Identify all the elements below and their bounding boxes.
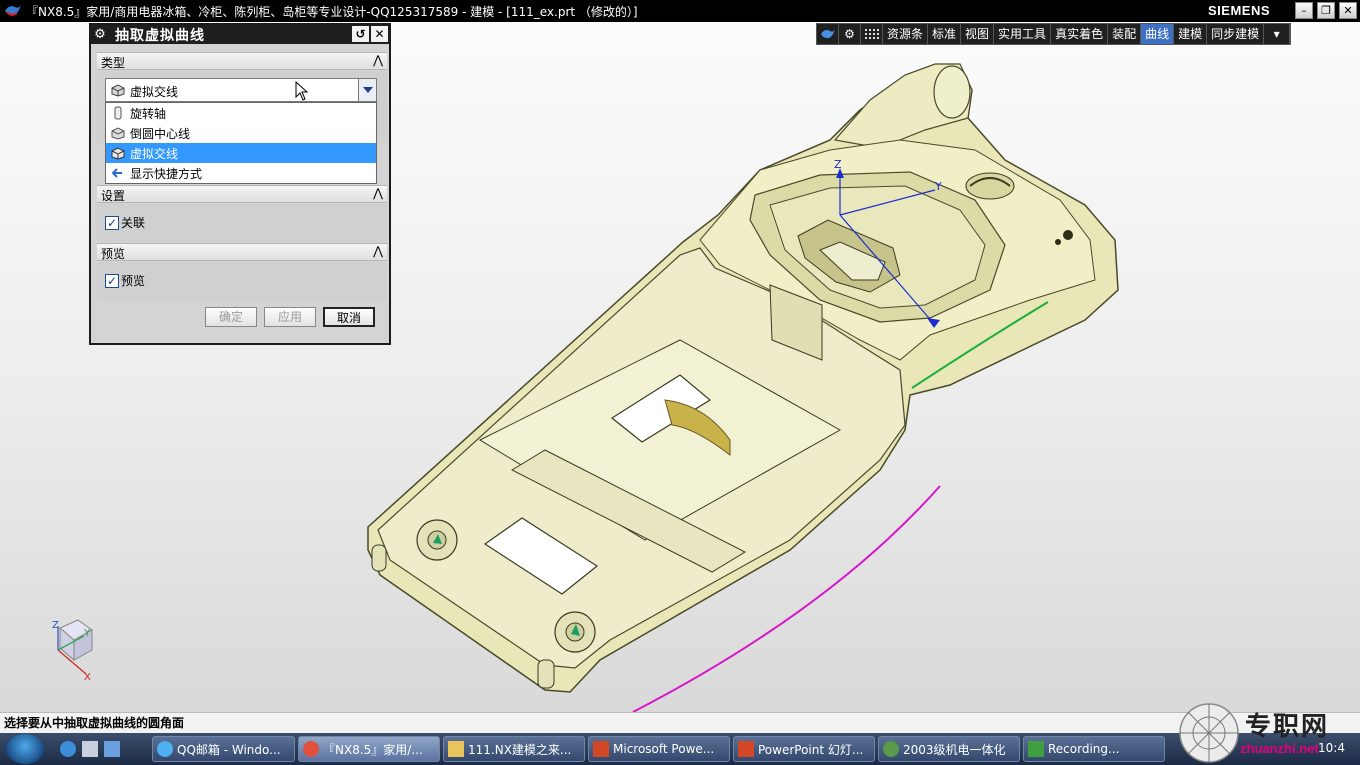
switch-window-icon[interactable] [104,741,120,757]
section-settings-label: 设置 [101,189,126,203]
collapse-icon[interactable]: ⋀ [373,244,383,258]
tab-modeling[interactable]: 建模 [1174,24,1208,44]
collapse-icon[interactable]: ⋀ [373,186,383,200]
tab-curve[interactable]: 曲线 [1141,24,1175,44]
start-button[interactable] [6,734,44,764]
tab-true-shading[interactable]: 真实着色 [1051,24,1109,44]
folder-icon [448,741,464,757]
apply-button[interactable]: 应用 [264,307,316,327]
blend-center-icon [111,127,125,140]
type-dropdown-list: 旋转轴 倒圆中心线 虚拟交线 显示快捷方式 [105,102,377,184]
dialog-gear-icon[interactable]: ⚙ [91,27,109,42]
nx-logo-icon [5,5,21,16]
tab-synchronous-modeling[interactable]: 同步建模 [1207,24,1265,44]
associative-checkbox[interactable] [105,215,119,230]
reset-button[interactable]: ↺ [352,26,369,42]
restore-button[interactable]: ❐ [1317,2,1335,19]
slideshow-icon [738,741,754,757]
tab-standard[interactable]: 标准 [928,24,962,44]
task-recording[interactable]: Recording... [1023,736,1165,762]
nx-logo-icon [303,741,319,757]
grid-icon[interactable] [861,24,883,44]
task-powerpoint[interactable]: Microsoft Powe... [588,736,730,762]
gear-icon[interactable]: ⚙ [839,24,861,44]
section-type-label: 类型 [101,56,126,70]
dropdown-item-show-shortcuts[interactable]: 显示快捷方式 [106,163,376,183]
tab-view[interactable]: 视图 [961,24,995,44]
tab-utilities[interactable]: 实用工具 [994,24,1052,44]
dropdown-item-virtual-intersection[interactable]: 虚拟交线 [106,143,376,163]
view-triad: Z Y X [52,619,93,683]
recording-icon [1028,741,1044,757]
preview-label: 预览 [121,274,146,288]
dialog-header: ⚙ 抽取虚拟曲线 ↺ ✕ [91,25,389,44]
ribbon-toolbar: ⚙ 资源条 标准 视图 实用工具 真实着色 装配 曲线 建模 同步建模 ▾ [816,23,1292,45]
triad-axis-y: Y [83,628,91,639]
task-powerpoint-slideshow[interactable]: PowerPoint 幻灯... [733,736,875,762]
task-class-group[interactable]: 2003级机电一体化 [878,736,1020,762]
shortcut-arrow-icon [111,168,122,178]
cancel-button[interactable]: 取消 [323,307,375,327]
dialog-title: 抽取虚拟曲线 [115,27,205,44]
minimize-button[interactable]: – [1295,2,1313,19]
close-window-button[interactable]: ✕ [1339,2,1357,19]
triad-axis-x: X [84,672,91,683]
desktop-icon[interactable] [82,741,98,757]
tab-assembly[interactable]: 装配 [1108,24,1142,44]
watermark-url: zhuanzhi.net [1240,741,1319,756]
people-icon [883,741,899,757]
type-combo-value: 虚拟交线 [130,85,179,99]
model-axis-y: Y [934,180,942,193]
associative-label: 关联 [121,216,146,230]
window-title: 『NX8.5』家用/商用电器冰箱、冷柜、陈列柜、岛柜等专业设计-QQ125317… [26,4,638,19]
rotate-axis-icon [114,106,122,120]
tab-resource-bar[interactable]: 资源条 [883,24,929,44]
type-combo[interactable]: 虚拟交线 [105,78,377,102]
section-type-header[interactable]: 类型 ⋀ [97,52,387,70]
dropdown-item-rotate-axis[interactable]: 旋转轴 [106,103,376,123]
associative-checkbox-row[interactable]: 关联 [105,214,145,231]
toolbar-overflow-button[interactable]: ▾ [1264,24,1291,44]
model-axis-z: Z [834,158,842,171]
status-bar: 选择要从中抽取虚拟曲线的圆角面 [0,712,1360,733]
task-nx[interactable]: 『NX8.5』家用/... [298,736,440,762]
section-preview-label: 预览 [101,247,126,261]
triad-axis-z: Z [52,620,59,631]
task-qq-mail[interactable]: QQ邮箱 - Windo... [152,736,295,762]
chevron-down-icon[interactable] [358,79,376,101]
preview-checkbox[interactable] [105,273,119,288]
dropdown-item-blend-center[interactable]: 倒圆中心线 [106,123,376,143]
windows-taskbar: QQ邮箱 - Windo... 『NX8.5』家用/... 111.NX建模之来… [0,733,1360,765]
extract-virtual-curve-dialog: ⚙ 抽取虚拟曲线 ↺ ✕ 类型 ⋀ 虚拟交线 旋转轴 倒圆中心线 虚拟交线 显示… [89,23,391,345]
section-preview-header[interactable]: 预览 ⋀ [97,243,387,261]
siemens-brand: SIEMENS [1208,3,1271,18]
task-folder[interactable]: 111.NX建模之来... [443,736,585,762]
ie-icon[interactable] [60,741,76,757]
ok-button[interactable]: 确定 [205,307,257,327]
dialog-close-button[interactable]: ✕ [371,26,388,42]
virtual-intersection-icon [111,147,125,160]
browser-icon [157,741,173,757]
section-settings-header[interactable]: 设置 ⋀ [97,185,387,203]
collapse-icon[interactable]: ⋀ [373,53,383,67]
preview-checkbox-row[interactable]: 预览 [105,272,145,289]
mouse-cursor-icon [295,81,309,101]
powerpoint-icon [593,741,609,757]
nx-menu-icon[interactable] [817,24,839,44]
virtual-intersection-icon [111,84,125,97]
watermark-text: 专职网 [1245,712,1330,742]
title-bar: 『NX8.5』家用/商用电器冰箱、冷柜、陈列柜、岛柜等专业设计-QQ125317… [0,0,1360,22]
